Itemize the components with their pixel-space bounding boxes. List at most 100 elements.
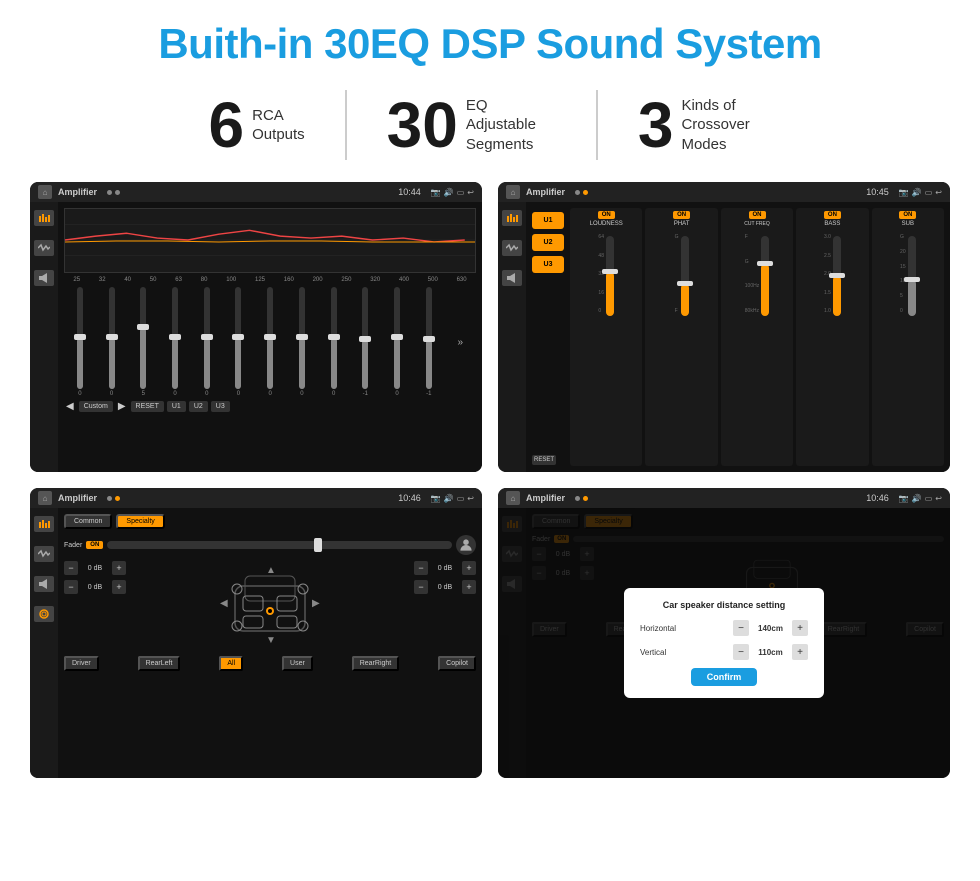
speaker-layout: − 0 dB + − 0 dB + bbox=[64, 561, 476, 651]
cutfreq-on-badge[interactable]: ON bbox=[749, 211, 766, 219]
home-icon-4[interactable]: ⌂ bbox=[506, 491, 520, 505]
eq-u1-btn[interactable]: U1 bbox=[167, 401, 186, 412]
vol-plus-3[interactable]: + bbox=[462, 561, 476, 575]
horizontal-minus-btn[interactable]: − bbox=[733, 620, 749, 636]
eq-icon[interactable] bbox=[34, 210, 54, 226]
eq-slider-250[interactable]: 0 bbox=[394, 287, 400, 397]
vol-value-2: 0 dB bbox=[81, 584, 109, 591]
speaker-small-icon[interactable] bbox=[34, 270, 54, 286]
rearleft-btn[interactable]: RearLeft bbox=[138, 656, 181, 671]
dialog-status-title: Amplifier bbox=[526, 493, 565, 503]
home-icon-3[interactable]: ⌂ bbox=[38, 491, 52, 505]
dialog-horizontal-label: Horizontal bbox=[640, 624, 695, 633]
wave-icon[interactable] bbox=[34, 240, 54, 256]
eq-slider-40[interactable]: 5 bbox=[140, 287, 146, 397]
vol-plus-4[interactable]: + bbox=[462, 580, 476, 594]
eq-slider-63[interactable]: 0 bbox=[204, 287, 210, 397]
copilot-btn[interactable]: Copilot bbox=[438, 656, 476, 671]
fader-surround-icon[interactable] bbox=[34, 606, 54, 622]
vol-minus-2[interactable]: − bbox=[64, 580, 78, 594]
fader-wave-icon[interactable] bbox=[34, 546, 54, 562]
eq-reset-btn[interactable]: RESET bbox=[131, 401, 164, 412]
vol-plus-2[interactable]: + bbox=[112, 580, 126, 594]
eq-main-panel: 25 32 40 50 63 80 100 125 160 200 250 32… bbox=[58, 202, 482, 472]
eq-u2-btn[interactable]: U2 bbox=[189, 401, 208, 412]
tab-specialty[interactable]: Specialty bbox=[116, 514, 164, 529]
amp-u2-btn[interactable]: U2 bbox=[532, 234, 564, 251]
sub-on-badge[interactable]: ON bbox=[899, 211, 916, 219]
amp-back-icon[interactable]: ↩ bbox=[935, 188, 942, 197]
vol-minus-3[interactable]: − bbox=[414, 561, 428, 575]
back-icon[interactable]: ↩ bbox=[467, 188, 474, 197]
cutfreq-slider[interactable] bbox=[761, 236, 769, 316]
eq-slider-320[interactable]: -1 bbox=[426, 287, 432, 397]
all-btn[interactable]: All bbox=[219, 656, 243, 671]
eq-slider-50[interactable]: 0 bbox=[172, 287, 178, 397]
eq-slider-160[interactable]: 0 bbox=[331, 287, 337, 397]
person-icon bbox=[456, 535, 476, 555]
skip-icon[interactable]: » bbox=[457, 337, 463, 348]
eq-custom-btn[interactable]: Custom bbox=[79, 401, 113, 412]
fader-on-badge[interactable]: ON bbox=[86, 541, 103, 549]
eq-play-btn[interactable]: ▶ bbox=[116, 401, 128, 412]
phat-on-badge[interactable]: ON bbox=[673, 211, 690, 219]
vertical-plus-btn[interactable]: + bbox=[792, 644, 808, 660]
eq-prev-btn[interactable]: ◀ bbox=[64, 401, 76, 412]
fader-status-icons: 📷 🔊 ▭ ↩ bbox=[431, 494, 474, 503]
eq-slider-80[interactable]: 0 bbox=[235, 287, 241, 397]
bass-on-badge[interactable]: ON bbox=[824, 211, 841, 219]
vertical-minus-btn[interactable]: − bbox=[733, 644, 749, 660]
amp-reset-btn[interactable]: RESET bbox=[532, 455, 556, 465]
car-diagram: ◀ ▶ ▲ ▼ bbox=[132, 561, 408, 651]
eq-slider-200[interactable]: -1 bbox=[362, 287, 368, 397]
user-btn[interactable]: User bbox=[282, 656, 313, 671]
fader-screen-content: Common Specialty Fader ON bbox=[30, 508, 482, 778]
amp-wave-icon[interactable] bbox=[502, 240, 522, 256]
fader-back-icon[interactable]: ↩ bbox=[467, 494, 474, 503]
eq-slider-100[interactable]: 0 bbox=[267, 287, 273, 397]
dot2 bbox=[115, 190, 120, 195]
dialog-horizontal-ctrl: − 140cm + bbox=[733, 620, 808, 636]
eq-slider-125[interactable]: 0 bbox=[299, 287, 305, 397]
eq-time: 10:44 bbox=[398, 187, 421, 197]
dialog-camera-icon: 📷 bbox=[899, 494, 909, 503]
phat-scale: GF bbox=[675, 234, 679, 314]
vol-minus-4[interactable]: − bbox=[414, 580, 428, 594]
right-volumes: − 0 dB + − 0 dB + bbox=[414, 561, 476, 651]
amp-screen-content: U1 U2 U3 RESET ON LOUDNESS bbox=[498, 202, 950, 472]
fader-eq-icon[interactable] bbox=[34, 516, 54, 532]
vertical-value: 110cm bbox=[753, 648, 788, 657]
bass-slider[interactable] bbox=[833, 236, 841, 316]
bass-name: BASS bbox=[824, 221, 840, 227]
fader-speaker-icon2[interactable] bbox=[34, 576, 54, 592]
amp-eq-icon[interactable] bbox=[502, 210, 522, 226]
freq-63: 63 bbox=[175, 277, 182, 283]
dialog-dot1 bbox=[575, 496, 580, 501]
eq-slider-32[interactable]: 0 bbox=[109, 287, 115, 397]
tab-common[interactable]: Common bbox=[64, 514, 112, 529]
amp-battery-icon: ▭ bbox=[925, 188, 933, 197]
amp-speaker-icon2[interactable] bbox=[502, 270, 522, 286]
sub-slider[interactable] bbox=[908, 236, 916, 316]
fader-time: 10:46 bbox=[398, 493, 421, 503]
vol-plus-1[interactable]: + bbox=[112, 561, 126, 575]
amp-cutfreq-channel: ON CUT FREQ FG100Hz80kHz bbox=[721, 208, 793, 466]
rearright-btn[interactable]: RearRight bbox=[352, 656, 400, 671]
loudness-slider[interactable] bbox=[606, 236, 614, 316]
home-icon[interactable]: ⌂ bbox=[38, 185, 52, 199]
phat-slider[interactable] bbox=[681, 236, 689, 316]
eq-slider-25[interactable]: 0 bbox=[77, 287, 83, 397]
vol-minus-1[interactable]: − bbox=[64, 561, 78, 575]
confirm-button[interactable]: Confirm bbox=[691, 668, 758, 686]
amp-loudness-channel: ON LOUDNESS 644832160 bbox=[570, 208, 642, 466]
amp-u1-btn[interactable]: U1 bbox=[532, 212, 564, 229]
fader-h-slider[interactable] bbox=[107, 541, 452, 549]
eq-u3-btn[interactable]: U3 bbox=[211, 401, 230, 412]
loudness-on-badge[interactable]: ON bbox=[598, 211, 615, 219]
amp-time: 10:45 bbox=[866, 187, 889, 197]
dialog-back-icon[interactable]: ↩ bbox=[935, 494, 942, 503]
driver-btn[interactable]: Driver bbox=[64, 656, 99, 671]
amp-u3-btn[interactable]: U3 bbox=[532, 256, 564, 273]
horizontal-plus-btn[interactable]: + bbox=[792, 620, 808, 636]
home-icon-2[interactable]: ⌂ bbox=[506, 185, 520, 199]
